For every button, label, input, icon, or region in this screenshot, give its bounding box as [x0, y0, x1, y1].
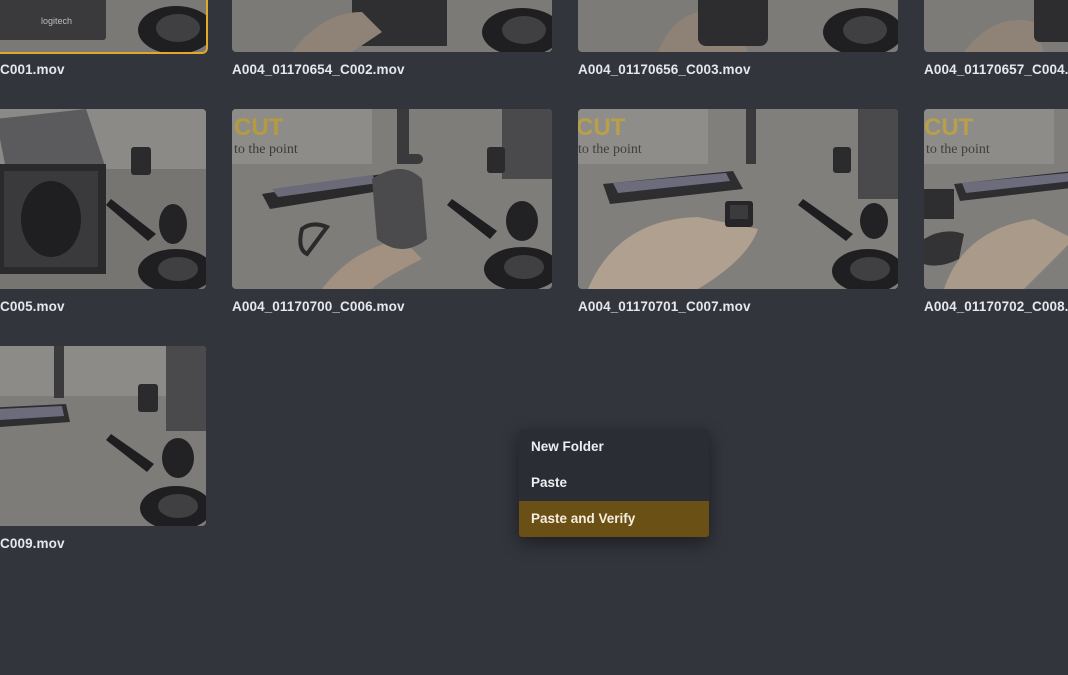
clip-c003[interactable]: A004_01170656_C003.mov — [578, 0, 898, 77]
menu-item-paste-and-verify[interactable]: Paste and Verify — [519, 501, 709, 537]
clip-name: A004_01170656_C003.mov — [578, 62, 751, 77]
clip-c004[interactable]: A004_01170657_C004. — [924, 0, 1068, 77]
clip-c009[interactable]: C009.mov — [0, 346, 206, 551]
svg-text:to the point: to the point — [578, 142, 642, 157]
clip-name: C005.mov — [0, 299, 65, 314]
clip-thumbnail[interactable]: CUT to the point — [232, 109, 552, 289]
clip-thumbnail[interactable] — [0, 109, 206, 289]
clip-c001[interactable]: logitech C001.mov — [0, 0, 208, 77]
clip-c002[interactable]: A004_01170654_C002.mov — [232, 0, 552, 77]
banner-cut-text: CUT — [234, 114, 284, 141]
clip-name: A004_01170700_C006.mov — [232, 299, 405, 314]
svg-text:to the point: to the point — [926, 142, 990, 157]
context-menu: New Folder Paste Paste and Verify — [519, 429, 709, 537]
box-brand-text: logitech — [41, 16, 72, 26]
menu-item-paste[interactable]: Paste — [519, 465, 709, 501]
clip-thumbnail[interactable]: CUT to the point — [924, 109, 1068, 289]
svg-text:CUT: CUT — [924, 114, 974, 141]
svg-text:CUT: CUT — [578, 114, 626, 141]
clip-name: A004_01170654_C002.mov — [232, 62, 405, 77]
clip-thumbnail[interactable]: CUT to the point — [578, 109, 898, 289]
clip-thumbnail[interactable] — [0, 346, 206, 526]
banner-point-text: to the point — [234, 142, 298, 157]
clip-c008[interactable]: CUT to the point A004_01170702_C008. — [924, 109, 1068, 314]
clip-thumbnail[interactable] — [578, 0, 898, 52]
clip-c006[interactable]: CUT to the point A004_01170700_C006.mov — [232, 109, 552, 314]
clip-c007[interactable]: CUT to the point A004_01170701_C007.mov — [578, 109, 898, 314]
media-bin-grid: logitech C001.mov A004_01170654_C002.mov — [0, 0, 1068, 675]
clip-c005[interactable]: C005.mov — [0, 109, 206, 314]
clip-thumbnail[interactable] — [924, 0, 1068, 52]
clip-name: A004_01170657_C004. — [924, 62, 1068, 77]
clip-name: C009.mov — [0, 536, 65, 551]
clip-name: C001.mov — [0, 62, 65, 77]
clip-name: A004_01170702_C008. — [924, 299, 1068, 314]
clip-name: A004_01170701_C007.mov — [578, 299, 751, 314]
clip-thumbnail[interactable]: logitech — [0, 0, 208, 54]
clip-thumbnail[interactable] — [232, 0, 552, 52]
menu-item-new-folder[interactable]: New Folder — [519, 429, 709, 465]
